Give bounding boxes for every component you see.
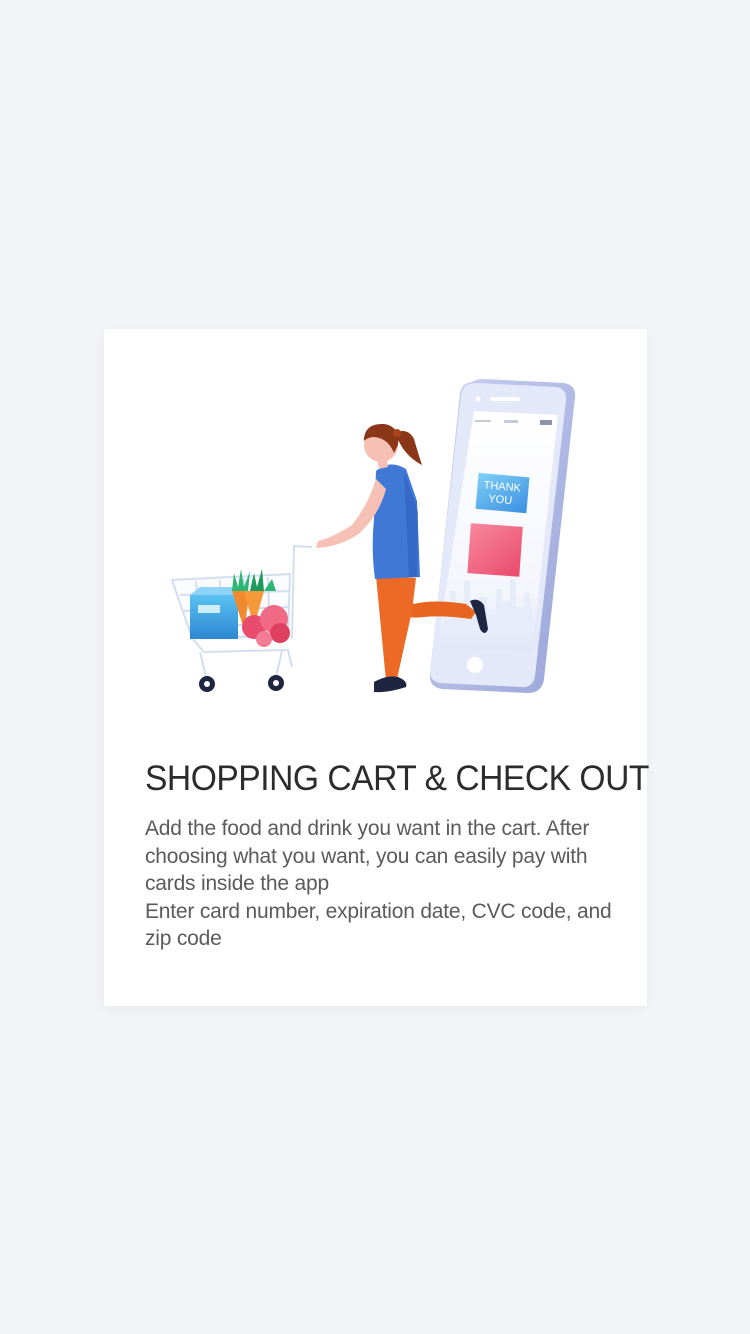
onboarding-card: THANK YOU SHOPPING CART & CHECK OUT Add … [104,329,649,1006]
phone-graphic: THANK YOU [429,379,576,693]
description-line-1: Add the food and drink you want in the c… [145,817,590,895]
page-title: SHOPPING CART & CHECK OUT [145,759,649,798]
cart-wheels [199,675,284,692]
page-description: Add the food and drink you want in the c… [145,815,615,953]
shopping-cart-illustration: THANK YOU [170,379,576,693]
description-line-2: Enter card number, expiration date, CVC … [145,899,612,951]
thank-you-line2: YOU [488,493,513,507]
